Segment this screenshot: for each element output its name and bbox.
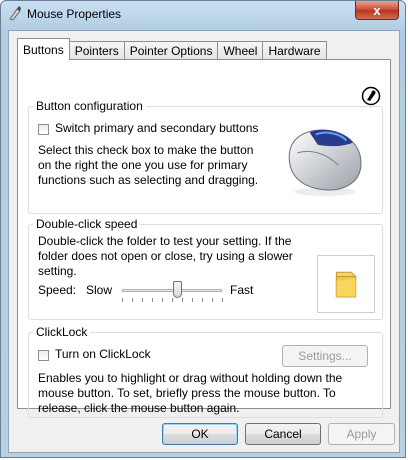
folder-icon[interactable] bbox=[330, 268, 362, 300]
fast-label: Fast bbox=[230, 283, 254, 297]
close-icon: x bbox=[373, 2, 381, 18]
slow-label: Slow bbox=[86, 283, 113, 297]
ok-button[interactable]: OK bbox=[162, 423, 238, 445]
cancel-button[interactable]: Cancel bbox=[245, 423, 321, 445]
group-title-double-click-speed: Double-click speed bbox=[33, 217, 141, 231]
slider-tick bbox=[172, 298, 173, 302]
slider-tick bbox=[182, 298, 183, 302]
window-title: Mouse Properties bbox=[27, 7, 122, 21]
slider-tick bbox=[162, 298, 163, 302]
slider-thumb[interactable] bbox=[173, 281, 182, 298]
dialog-client-area: Buttons Pointers Pointer Options Wheel H… bbox=[8, 30, 400, 453]
clicklock-checkbox[interactable] bbox=[38, 350, 49, 361]
mouse-icon bbox=[288, 129, 362, 196]
slider-tick bbox=[132, 298, 133, 302]
test-folder-area[interactable] bbox=[317, 255, 375, 313]
slider-tick bbox=[142, 298, 143, 302]
title-bar[interactable]: Mouse Properties x bbox=[1, 1, 405, 27]
tab-strip: Buttons Pointers Pointer Options Wheel H… bbox=[17, 38, 327, 60]
apply-button[interactable]: Apply bbox=[328, 423, 395, 445]
help-icon[interactable] bbox=[361, 86, 381, 106]
double-click-speed-group: Double-click speed Double-click the fold… bbox=[28, 217, 383, 320]
slider-tick bbox=[212, 298, 213, 302]
slider-tick bbox=[152, 298, 153, 302]
mouse-properties-window: Mouse Properties x Buttons Pointers Poin… bbox=[0, 0, 406, 458]
clicklock-label[interactable]: Turn on ClickLock bbox=[55, 347, 151, 361]
tab-panel-buttons: Button configuration Switch primary and … bbox=[17, 59, 391, 418]
tab-wheel[interactable]: Wheel bbox=[217, 41, 264, 60]
group-title-button-configuration: Button configuration bbox=[33, 99, 146, 113]
button-config-description: Select this check box to make the button… bbox=[38, 143, 259, 187]
slider-tick bbox=[122, 298, 123, 302]
tab-pointer-options[interactable]: Pointer Options bbox=[123, 41, 219, 60]
button-configuration-group: Button configuration Switch primary and … bbox=[28, 99, 383, 214]
mouse-pointer-icon bbox=[9, 6, 21, 21]
close-button[interactable]: x bbox=[355, 1, 399, 20]
switch-buttons-checkbox[interactable] bbox=[38, 124, 49, 135]
slider-tick bbox=[222, 298, 223, 302]
clicklock-settings-button[interactable]: Settings... bbox=[282, 345, 368, 367]
slider-tick bbox=[202, 298, 203, 302]
speed-label: Speed: bbox=[38, 283, 77, 297]
clicklock-group: ClickLock Turn on ClickLock Settings... … bbox=[28, 325, 383, 418]
tab-pointers[interactable]: Pointers bbox=[68, 41, 125, 60]
group-title-clicklock: ClickLock bbox=[33, 325, 91, 339]
tab-hardware[interactable]: Hardware bbox=[262, 41, 327, 60]
slider-tick bbox=[192, 298, 193, 302]
double-click-description: Double-click the folder to test your set… bbox=[38, 234, 293, 278]
tab-buttons[interactable]: Buttons bbox=[17, 38, 70, 60]
clicklock-description: Enables you to highlight or drag without… bbox=[38, 371, 343, 415]
double-click-speed-slider[interactable] bbox=[122, 289, 222, 292]
switch-buttons-label[interactable]: Switch primary and secondary buttons bbox=[55, 121, 258, 135]
